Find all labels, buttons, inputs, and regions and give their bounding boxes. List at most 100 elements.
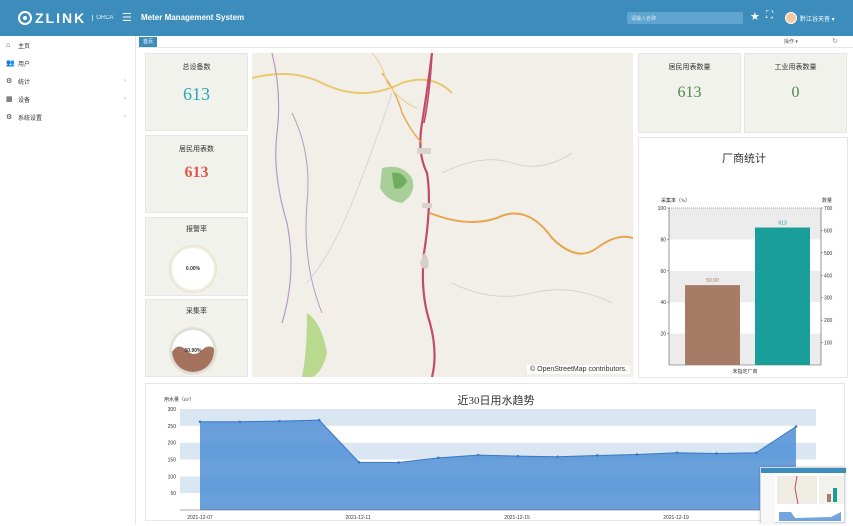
residential-users-value: 613 (184, 164, 209, 181)
map-attribution[interactable]: © OpenStreetMap contributors. (527, 365, 630, 374)
avatar[interactable] (785, 12, 797, 24)
y-tick-label: 100 (168, 474, 177, 480)
y2-tick-label: 600 (824, 228, 833, 234)
industrial-meter-card: 工业用表数量 0 (744, 53, 847, 133)
sidebar-item-home[interactable]: ⌂ 主页 (0, 36, 135, 54)
data-point (317, 418, 321, 422)
residential-meter-label: 居民用表数量 (668, 63, 711, 71)
users-icon: 👥 (6, 60, 15, 67)
data-point (397, 461, 400, 464)
sidebar-item-label: 统计 (18, 79, 31, 86)
x-tick-label: 2021-12-07 (187, 515, 213, 521)
star-icon[interactable]: ★ (750, 10, 760, 23)
logo-text: ZLINK (35, 10, 87, 26)
user-name[interactable]: 黔江谷天杳 ▾ (800, 14, 835, 23)
y2-tick-label: 100 (824, 341, 833, 347)
total-devices-value: 613 (183, 84, 210, 104)
data-point (278, 419, 281, 423)
top-bar: ZLINK ORCA ☰ Meter Management System 请输入… (0, 0, 853, 36)
sidebar-item-settings[interactable]: ⚙ 系统设置 › (0, 108, 135, 126)
collection-rate-gauge: 50.90% (170, 328, 216, 374)
residential-users-card: 居民用表数 613 (145, 135, 248, 213)
alarm-rate-gauge: 0.00% (170, 246, 216, 292)
chart-title: 近30日用水趋势 (458, 394, 535, 407)
total-devices-card: 总设备数 613 (145, 53, 248, 131)
data-point (556, 455, 559, 459)
residential-meter-value: 613 (677, 84, 702, 101)
data-point (198, 420, 202, 424)
water-trend-card: 近30日用水趋势 用水量（m³） 300 250 200 150 100 50 2021-12-… (145, 383, 845, 521)
sidebar: ⌂ 主页 👥 用户 ⚙ 统计 › ▦ 设备 › ⚙ 系统设置 › (0, 36, 136, 524)
fullscreen-icon[interactable]: ⛶ (766, 10, 773, 21)
alarm-rate-value: 0.00% (185, 266, 201, 272)
alarm-rate-label: 报警率 (186, 225, 207, 233)
refresh-icon[interactable]: ↻ (832, 37, 838, 45)
y-axis-label: 用水量（m³） (164, 396, 194, 403)
gear-icon: ⚙ (6, 114, 13, 121)
data-point (635, 453, 639, 456)
tab-bar: 首页 操作 ▾ ↻ (137, 36, 853, 48)
data-point (238, 420, 242, 424)
map-view[interactable]: © OpenStreetMap contributors. (252, 53, 633, 377)
vendor-chart: 厂商统计采集率（%） 数量 100 80 60 40 20 700 600 500 400 300 20… (658, 151, 833, 375)
alarm-rate-card: 报警率 0.00% (145, 217, 248, 296)
chevron-right-icon: › (124, 96, 126, 102)
sidebar-item-label: 用户 (18, 61, 31, 68)
data-point (516, 454, 520, 458)
logo: ZLINK ORCA (18, 7, 114, 29)
sidebar-item-stats[interactable]: ⚙ 统计 › (0, 72, 135, 90)
y-tick-label: 200 (168, 441, 177, 447)
data-point (596, 454, 599, 457)
sidebar-item-label: 设备 (18, 97, 31, 104)
thumbnail-image (761, 468, 846, 524)
data-point (794, 425, 798, 428)
y-tick-label: 20 (660, 332, 666, 338)
y-tick-label: 300 (168, 407, 177, 413)
chevron-right-icon: › (124, 78, 126, 84)
y2-tick-label: 200 (824, 318, 833, 324)
total-devices-label: 总设备数 (182, 63, 211, 71)
sidebar-item-label: 主页 (18, 43, 31, 50)
bar-collection-rate (685, 285, 740, 365)
logo-mark-icon (18, 11, 32, 25)
y-tick-label: 40 (660, 300, 666, 306)
bar-label: 50.90 (706, 278, 719, 284)
data-point (675, 451, 679, 455)
y-tick-label: 250 (168, 424, 177, 430)
vendor-stats-card: 厂商统计 采集率（%） 数量 100 80 60 40 20 700 600 500 400 300 20… (638, 137, 848, 378)
sidebar-item-users[interactable]: 👥 用户 (0, 54, 135, 72)
data-point (357, 460, 361, 464)
y2-tick-label: 500 (824, 251, 833, 257)
tab-home[interactable]: 首页 (139, 37, 158, 47)
y2-tick-label: 700 (824, 206, 833, 212)
y-tick-label: 60 (660, 269, 666, 275)
device-icon: ▦ (6, 96, 13, 103)
map-canvas (252, 53, 633, 377)
page-thumbnail-preview[interactable] (760, 467, 846, 524)
x-tick-label: 2021-12-19 (663, 515, 689, 521)
water-trend-chart: 近30日用水趋势 用水量（m³） 300 250 200 150 100 50 2021-12-… (164, 394, 816, 521)
collection-rate-label: 采集率 (186, 307, 207, 315)
search-input[interactable]: 请输入名称 (627, 12, 743, 24)
bar-label: 613 (778, 221, 787, 227)
data-point (754, 451, 758, 455)
y-axis-label: 采集率（%） (661, 197, 690, 204)
x-tick-label: 2021-12-15 (504, 515, 530, 521)
residential-meter-card: 居民用表数量 613 (638, 53, 741, 133)
bar-quantity (755, 227, 810, 365)
x-tick-label: 2021-12-11 (345, 515, 370, 521)
collection-rate-value: 50.90% (184, 348, 202, 354)
operations-dropdown[interactable]: 操作 ▾ (784, 38, 798, 45)
industrial-meter-label: 工业用表数量 (774, 63, 817, 71)
y2-tick-label: 300 (824, 296, 833, 302)
collection-rate-card: 采集率 50.90% (145, 299, 248, 377)
sidebar-item-devices[interactable]: ▦ 设备 › (0, 90, 135, 108)
y-tick-label: 50 (170, 491, 176, 497)
menu-toggle-icon[interactable]: ☰ (122, 11, 132, 24)
y2-tick-label: 400 (824, 273, 833, 279)
residential-users-label: 居民用表数 (179, 145, 214, 153)
data-point (715, 452, 718, 455)
chart-title: 厂商统计 (722, 151, 766, 165)
industrial-meter-value: 0 (791, 84, 800, 101)
y-tick-label: 80 (660, 237, 666, 243)
